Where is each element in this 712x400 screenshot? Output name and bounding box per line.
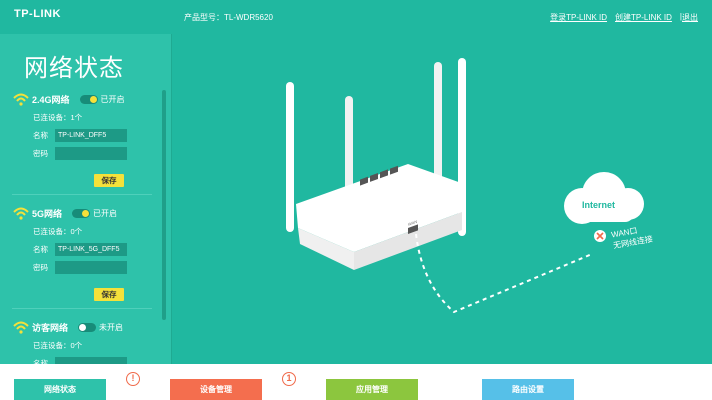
tp-link-logo: TP-LINK [14,8,61,20]
device-count-badge: 1 [282,372,296,386]
tab-device-management[interactable]: 设备管理 [170,379,262,400]
connected-devices: 已连设备：0个 [33,226,83,236]
toggle-knob [79,323,87,331]
account-links: 登录TP-LINK ID 创建TP-LINK ID | 退出 [550,12,698,23]
internet-cloud [564,172,644,224]
tab-label: 应用管理 [356,385,388,394]
bottom-nav: 网络状态 ! 设备管理 1 应用管理 路由设置 [0,364,712,400]
wifi-24g-password-input[interactable] [55,146,127,160]
wifi-5g-save-button[interactable]: 保存 [94,288,124,301]
wifi-5g-state: 已开启 [93,208,118,218]
disconnected-cable [415,233,593,314]
wifi-5g-ssid-input[interactable]: TP-LINK_5G_DFF5 [55,242,127,256]
toggle-knob [89,95,97,103]
router-illustration: WAN [286,58,644,314]
section-divider [12,308,152,309]
password-label: 密码 [33,262,48,272]
network-topology-area: WAN [172,34,712,364]
guest-network-toggle[interactable] [78,322,97,332]
network-status-sidebar: 网络状态 2.4G网络 已开启 已连设备：1个 名称 TP-LINK_DFF5 密… [0,34,172,364]
wifi-24g-save-button[interactable]: 保存 [94,174,124,187]
toggle-knob [82,209,90,217]
tab-network-status[interactable]: 网络状态 [14,379,106,400]
guest-network-section: 访客网络 未开启 已连设备：0个 名称 [12,318,152,364]
tab-router-settings[interactable]: 路由设置 [482,379,574,400]
logout-link[interactable]: 退出 [682,12,698,23]
tab-label: 路由设置 [512,385,544,394]
connected-devices: 已连设备：1个 [33,112,83,122]
product-model: 产品型号：TL-WDR5620 [184,13,273,22]
create-tplink-id-link[interactable]: 创建TP-LINK ID [615,12,672,23]
wifi-icon [13,207,29,220]
guest-ssid-input[interactable] [55,356,127,364]
guest-network-name: 访客网络 [32,322,69,333]
wifi-icon [13,321,29,334]
alert-badge: ! [126,372,140,386]
wifi-5g-toggle[interactable] [72,208,91,218]
wifi-24g-toggle[interactable] [79,94,98,104]
password-label: 密码 [33,148,48,158]
wifi-24g-state: 已开启 [100,94,125,104]
ssid-label: 名称 [33,244,48,254]
ssid-label: 名称 [33,130,48,140]
connected-devices: 已连设备：0个 [33,340,83,350]
top-bar: TP-LINK 产品型号：TL-WDR5620 登录TP-LINK ID 创建T… [0,0,712,34]
wifi-24g-ssid-input[interactable]: TP-LINK_DFF5 [55,128,127,142]
wifi-5g-password-input[interactable] [55,260,127,274]
tab-label: 设备管理 [200,385,232,394]
section-divider [12,194,152,195]
wifi-icon [13,93,29,106]
error-x-icon [594,230,606,242]
internet-label: Internet [582,200,616,210]
sidebar-title: 网络状态 [24,55,124,82]
antenna [286,82,294,232]
tab-app-management[interactable]: 应用管理 [326,379,418,400]
tab-label: 网络状态 [44,385,76,394]
login-tplink-id-link[interactable]: 登录TP-LINK ID [550,12,607,23]
wifi-24g-name: 2.4G网络 [32,94,70,105]
wifi-24g-section: 2.4G网络 已开启 已连设备：1个 名称 TP-LINK_DFF5 密码 保存 [12,90,152,187]
sidebar-scrollbar[interactable] [162,90,166,320]
wifi-5g-section: 5G网络 已开启 已连设备：0个 名称 TP-LINK_5G_DFF5 密码 保存 [12,204,152,301]
wifi-5g-name: 5G网络 [32,208,63,219]
guest-network-state: 未开启 [99,322,124,332]
